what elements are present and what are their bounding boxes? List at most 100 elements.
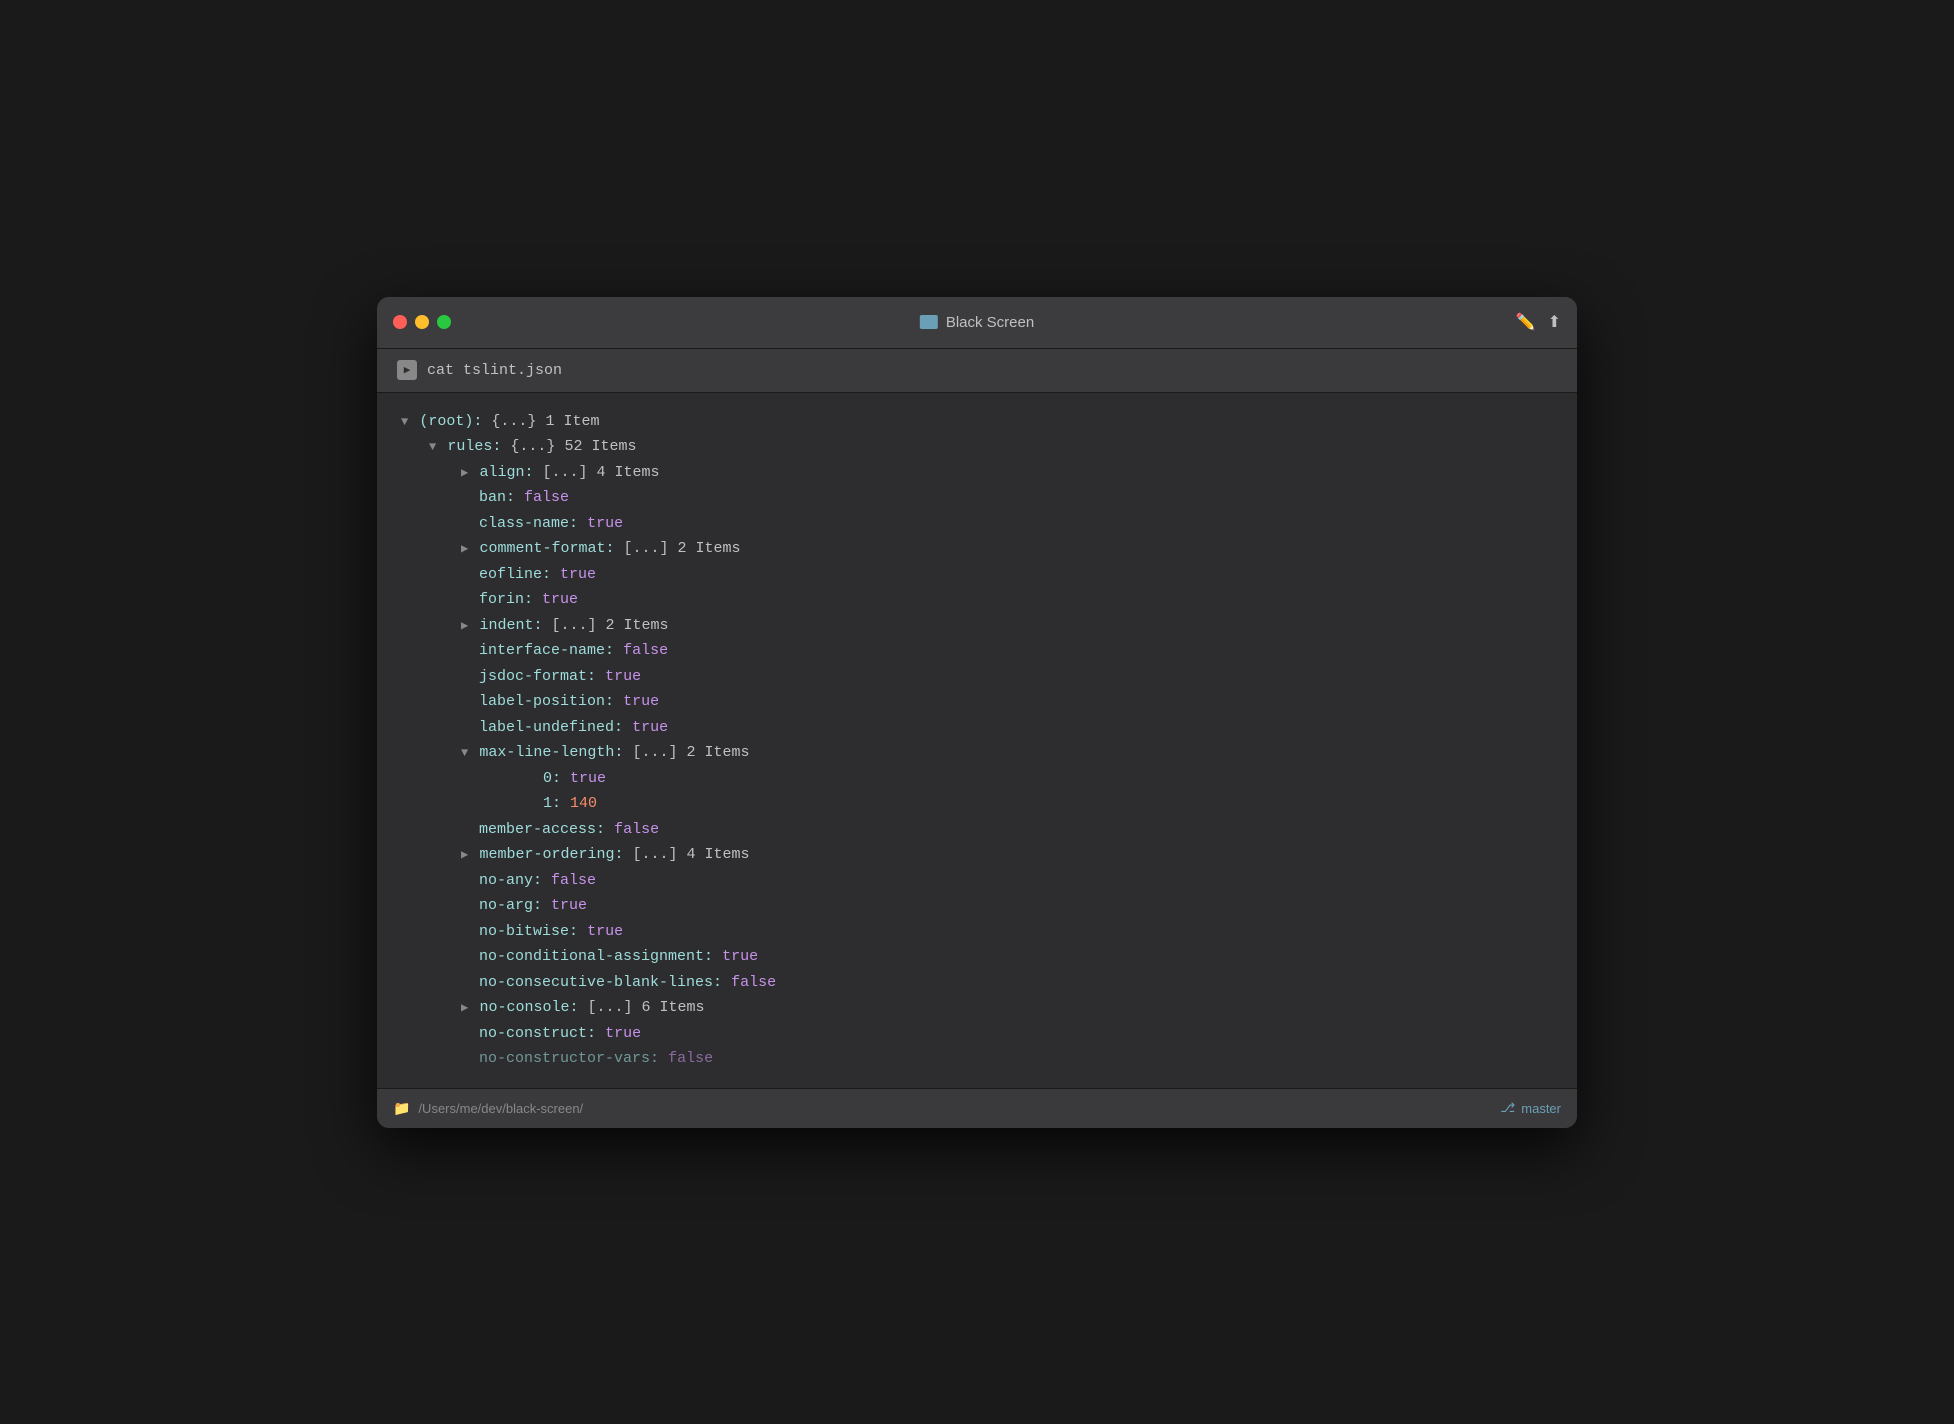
json-bracket: [...]: [614, 536, 677, 562]
list-item: ▶ align: [...] 4 Items: [401, 460, 1553, 486]
json-key: forin:: [479, 587, 533, 613]
command-text: cat tslint.json: [427, 362, 562, 379]
spacer: [461, 511, 479, 537]
expand-icon[interactable]: ▼: [401, 412, 415, 432]
json-space: [515, 485, 524, 511]
json-bracket: [...]: [542, 613, 605, 639]
minimize-button[interactable]: [415, 315, 429, 329]
json-key: no-arg:: [479, 893, 542, 919]
json-space: [542, 868, 551, 894]
list-item: label-undefined: true: [401, 715, 1553, 741]
json-space: [561, 766, 570, 792]
maximize-button[interactable]: [437, 315, 451, 329]
spacer: [461, 919, 479, 945]
branch-name: master: [1521, 1101, 1561, 1116]
collapse-icon[interactable]: ▶: [461, 463, 475, 483]
json-count: 52 Items: [564, 434, 636, 460]
json-value: false: [551, 868, 596, 894]
list-item: ▼ max-line-length: [...] 2 Items: [401, 740, 1553, 766]
folder-icon: 📁: [393, 1100, 410, 1117]
json-count: 4 Items: [596, 460, 659, 486]
spacer: [525, 791, 543, 817]
json-space: [596, 664, 605, 690]
list-item: no-conditional-assignment: true: [401, 944, 1553, 970]
collapse-icon[interactable]: ▶: [461, 616, 475, 636]
json-value: false: [614, 817, 659, 843]
spacer: [461, 944, 479, 970]
json-bracket: {...}: [482, 409, 545, 435]
json-space: [659, 1046, 668, 1072]
json-value: true: [605, 664, 641, 690]
json-bracket: [...]: [533, 460, 596, 486]
json-value: true: [542, 587, 578, 613]
expand-icon[interactable]: ▼: [461, 743, 475, 763]
titlebar-title: Black Screen: [920, 314, 1034, 331]
list-item: no-bitwise: true: [401, 919, 1553, 945]
json-count: 6 Items: [641, 995, 704, 1021]
json-key: 1:: [543, 791, 561, 817]
json-space: [578, 511, 587, 537]
list-item: forin: true: [401, 587, 1553, 613]
spacer: [461, 893, 479, 919]
json-key: no-conditional-assignment:: [479, 944, 713, 970]
json-count: 1 Item: [545, 409, 599, 435]
list-item: jsdoc-format: true: [401, 664, 1553, 690]
spacer: [461, 638, 479, 664]
json-value: true: [632, 715, 668, 741]
json-space: [722, 970, 731, 996]
json-count: 2 Items: [605, 613, 668, 639]
titlebar-actions: ✏️ ⬆: [1516, 312, 1561, 332]
spacer: [461, 689, 479, 715]
spacer: [461, 970, 479, 996]
json-space: [578, 919, 587, 945]
json-count: 4 Items: [686, 842, 749, 868]
json-space: [561, 791, 570, 817]
json-value: true: [587, 511, 623, 537]
spacer: [461, 1021, 479, 1047]
json-space: [713, 944, 722, 970]
list-item: ▼ (root): {...} 1 Item: [401, 409, 1553, 435]
spacer: [461, 715, 479, 741]
json-key: no-construct:: [479, 1021, 596, 1047]
json-value: false: [623, 638, 668, 664]
statusbar: 📁 /Users/me/dev/black-screen/ ⎇ master: [377, 1088, 1577, 1128]
json-key: no-constructor-vars:: [479, 1046, 659, 1072]
list-item: no-any: false: [401, 868, 1553, 894]
list-item: 1: 140: [401, 791, 1553, 817]
close-button[interactable]: [393, 315, 407, 329]
json-space: [533, 587, 542, 613]
json-value: true: [560, 562, 596, 588]
json-key: align:: [479, 460, 533, 486]
list-item: ▶ no-console: [...] 6 Items: [401, 995, 1553, 1021]
json-bracket: [...]: [578, 995, 641, 1021]
collapse-icon[interactable]: ▶: [461, 539, 475, 559]
collapse-icon[interactable]: ▶: [461, 998, 475, 1018]
expand-icon[interactable]: ▼: [429, 437, 443, 457]
up-icon[interactable]: ⬆: [1548, 312, 1561, 332]
spacer: [461, 587, 479, 613]
list-item: interface-name: false: [401, 638, 1553, 664]
list-item: class-name: true: [401, 511, 1553, 537]
toolbar: ▶ cat tslint.json: [377, 349, 1577, 393]
json-key: (root):: [419, 409, 482, 435]
json-key: no-console:: [479, 995, 578, 1021]
json-key: indent:: [479, 613, 542, 639]
json-key: 0:: [543, 766, 561, 792]
json-space: [614, 638, 623, 664]
json-key: member-access:: [479, 817, 605, 843]
json-value: true: [623, 689, 659, 715]
json-key: interface-name:: [479, 638, 614, 664]
json-key: member-ordering:: [479, 842, 623, 868]
spacer: [461, 1046, 479, 1072]
json-space: [542, 893, 551, 919]
json-bracket: [...]: [623, 740, 686, 766]
json-key: no-bitwise:: [479, 919, 578, 945]
json-space: [623, 715, 632, 741]
edit-icon[interactable]: ✏️: [1516, 312, 1536, 332]
list-item: ▼ rules: {...} 52 Items: [401, 434, 1553, 460]
list-item: no-arg: true: [401, 893, 1553, 919]
collapse-icon[interactable]: ▶: [461, 845, 475, 865]
list-item: ban: false: [401, 485, 1553, 511]
json-key: ban:: [479, 485, 515, 511]
json-value: true: [722, 944, 758, 970]
